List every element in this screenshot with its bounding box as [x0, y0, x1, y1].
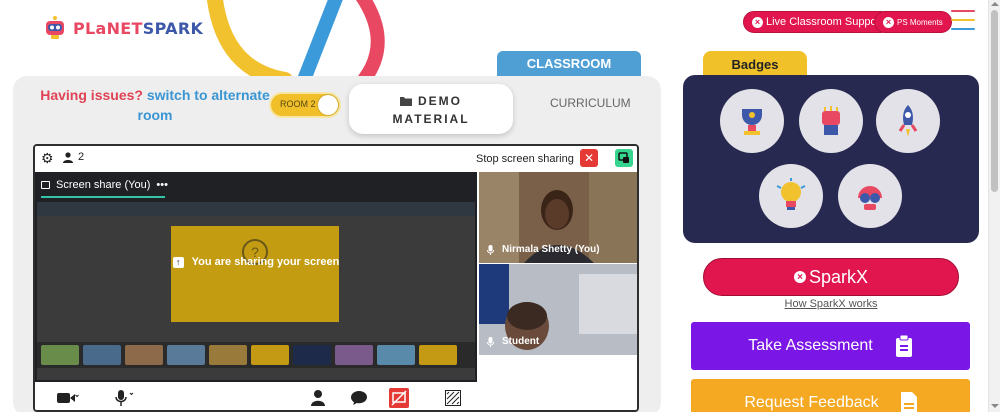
request-feedback-label: Request Feedback [744, 394, 879, 411]
material-label: MATERIAL [392, 112, 470, 126]
meeting-window: ⚙ 2 Stop screen sharing ✕ ? Screen share… [33, 144, 639, 412]
thumbnail [41, 345, 79, 365]
room-toggle[interactable]: ROOM 2 [269, 92, 341, 118]
meeting-topbar: ⚙ 2 Stop screen sharing ✕ [35, 146, 637, 172]
more-options-icon[interactable]: ••• [156, 179, 168, 191]
thumbnail [251, 345, 289, 365]
curriculum-label: CURRICULUM [550, 96, 631, 110]
demo-material-button[interactable]: DEMO MATERIAL [349, 84, 513, 134]
toggle-knob [318, 95, 338, 115]
folder-icon [400, 97, 412, 106]
host-name: Nirmala Shetty (You) [502, 244, 600, 255]
mic-icon[interactable] [115, 390, 137, 406]
clipboard-icon [895, 335, 912, 357]
logo-part1: PLaNET [73, 18, 143, 38]
demo-label: DEMO [418, 94, 462, 108]
close-icon: × [883, 16, 894, 28]
thumbnail [377, 345, 415, 365]
request-feedback-button[interactable]: Request Feedback [691, 379, 970, 412]
sparkx-label: SparkX [808, 266, 869, 287]
person-icon[interactable] [311, 390, 325, 406]
thumbnail [335, 345, 373, 365]
goggles-badge-icon[interactable] [838, 164, 902, 228]
screen-share-header: Screen share (You) ••• [41, 179, 168, 191]
thumbnail [419, 345, 457, 365]
thumbnail [125, 345, 163, 365]
live-support-label: Live Classroom Support [766, 16, 884, 28]
how-sparkx-works-link[interactable]: How SparkX works [690, 298, 972, 310]
screen-share-icon[interactable] [389, 388, 409, 408]
live-support-button[interactable]: × Live Classroom Support [743, 11, 893, 33]
switch-room-link[interactable]: switch to alternate room [138, 87, 270, 123]
monitor-icon [41, 181, 50, 189]
sharing-message: ↑ You are sharing your screen [35, 256, 477, 268]
upload-icon: ↑ [172, 256, 184, 268]
close-icon: × [793, 271, 806, 283]
fist-badge-icon[interactable] [799, 89, 863, 153]
planetspark-logo[interactable]: PLaNETSPARK [42, 15, 203, 41]
mic-icon [487, 244, 494, 255]
participant-count: 2 [78, 151, 85, 163]
active-share-indicator [41, 196, 165, 198]
stop-sharing-label: Stop screen sharing [476, 153, 574, 165]
robot-logo-icon [46, 16, 64, 39]
sparkx-button[interactable]: × SparkX [703, 258, 959, 296]
meeting-toolbar [35, 382, 637, 410]
stop-sharing-button[interactable]: ✕ [580, 149, 598, 167]
thumbnail [293, 345, 331, 365]
issues-text: Having issues? [40, 87, 143, 103]
screen-share-label: Screen share (You) [56, 179, 151, 191]
layout-toggle-icon[interactable] [615, 149, 633, 167]
preview-center-panel: ? [171, 226, 339, 322]
badges-title: Badges [731, 56, 779, 72]
scroll-down-icon[interactable] [991, 404, 999, 408]
issues-message: Having issues? switch to alternate room [35, 85, 275, 125]
participant-tile-student[interactable]: Student [479, 264, 637, 355]
bulb-badge-icon[interactable] [759, 164, 823, 228]
classroom-tab-label: CLASSROOM [526, 56, 612, 71]
video-icon[interactable] [57, 392, 79, 404]
chat-icon[interactable] [351, 391, 367, 405]
whiteboard-icon[interactable] [445, 390, 461, 406]
student-name: Student [502, 336, 540, 347]
how-sparkx-works-label: How SparkX works [784, 298, 878, 310]
take-assessment-button[interactable]: Take Assessment [691, 322, 970, 370]
preview-topbar [37, 202, 475, 216]
thumbnail [209, 345, 247, 365]
page: PLaNETSPARK × Live Classroom Support × P… [0, 0, 1000, 412]
shared-screen-preview: ? [37, 202, 475, 380]
room-toggle-label: ROOM 2 [280, 99, 316, 109]
gear-icon[interactable]: ⚙ [41, 150, 54, 167]
take-assessment-label: Take Assessment [748, 337, 873, 354]
badges-tab: Badges [703, 51, 807, 77]
ps-moments-label: PS Moments [897, 17, 943, 27]
rocket-badge-icon[interactable] [876, 89, 940, 153]
scrollbar-thumb[interactable] [991, 10, 998, 192]
participant-tile-host[interactable]: Nirmala Shetty (You) [479, 172, 637, 263]
hamburger-menu-icon[interactable] [951, 10, 975, 32]
screen-share-tile: ? Screen share (You) ••• ↑ You are shari… [35, 172, 477, 382]
badges-panel [683, 75, 979, 243]
logo-wordmark: PLaNETSPARK [73, 19, 203, 38]
page-scrollbar[interactable] [988, 0, 1000, 412]
thumbnail [83, 345, 121, 365]
person-icon [63, 151, 73, 163]
ps-moments-button[interactable]: × PS Moments [874, 11, 952, 33]
mic-icon [487, 336, 494, 347]
tab-curriculum[interactable]: CURRICULUM [550, 96, 631, 110]
trophy-badge-icon[interactable] [720, 89, 784, 153]
tab-classroom[interactable]: CLASSROOM [497, 51, 641, 76]
close-icon: × [752, 16, 763, 28]
document-icon [900, 392, 917, 412]
sharing-message-text: You are sharing your screen [191, 256, 340, 268]
participants-button[interactable]: 2 [63, 151, 84, 163]
thumbnail [167, 345, 205, 365]
logo-part2: SPARK [142, 18, 204, 38]
scroll-up-icon[interactable] [991, 2, 999, 6]
